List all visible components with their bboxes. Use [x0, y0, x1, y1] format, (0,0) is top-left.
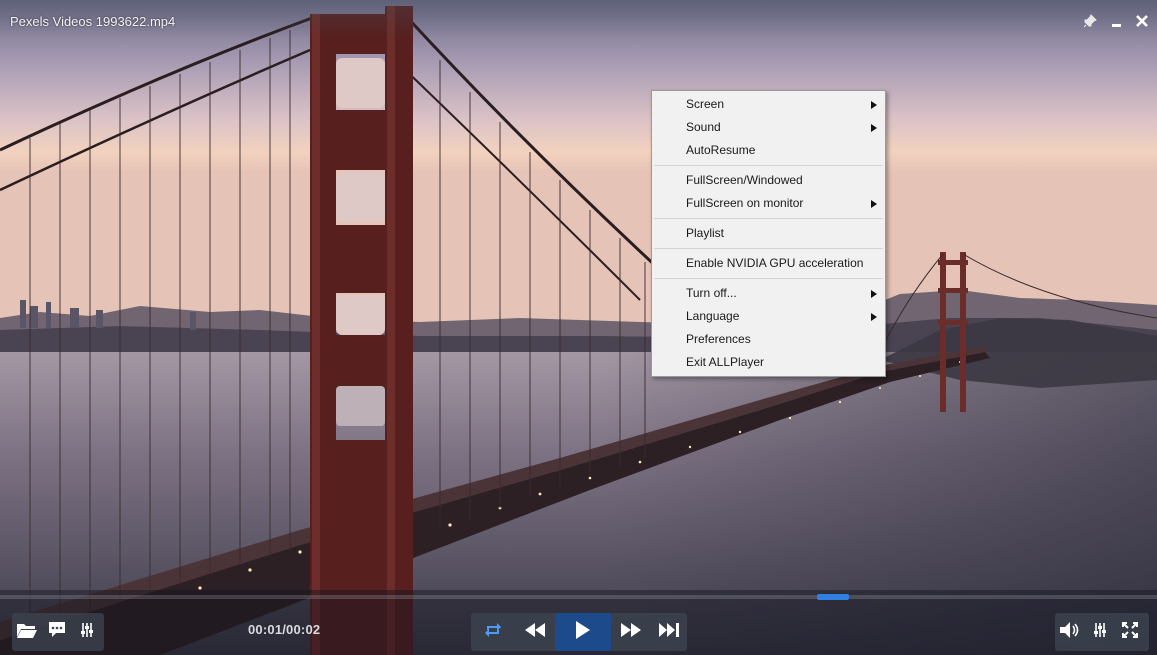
fullscreen-button[interactable] — [1115, 613, 1145, 651]
menu-item-language[interactable]: Language — [652, 305, 885, 328]
seek-bar[interactable] — [0, 595, 1157, 599]
menu-separator — [654, 218, 883, 219]
skip-next-button[interactable] — [651, 613, 687, 651]
submenu-arrow-icon — [871, 313, 877, 321]
menu-item-label: Turn off... — [686, 286, 737, 300]
menu-item-playlist[interactable]: Playlist — [652, 222, 885, 245]
left-controls — [12, 613, 104, 651]
playback-controls — [471, 613, 687, 651]
volume-button[interactable] — [1055, 613, 1085, 651]
menu-item-label: Preferences — [686, 332, 751, 346]
menu-item-label: FullScreen on monitor — [686, 196, 804, 210]
menu-item-sound[interactable]: Sound — [652, 116, 885, 139]
video-frame[interactable] — [0, 0, 1157, 655]
window-controls — [1071, 8, 1151, 34]
audio-settings-icon — [1093, 621, 1107, 644]
menu-item-fullscreen-windowed[interactable]: FullScreen/Windowed — [652, 169, 885, 192]
fast-forward-icon — [620, 622, 642, 642]
skip-next-icon — [658, 622, 680, 642]
menu-item-label: Screen — [686, 97, 725, 111]
menu-item-turn-off[interactable]: Turn off... — [652, 282, 885, 305]
close-icon[interactable] — [1133, 12, 1151, 30]
fast-forward-button[interactable] — [611, 613, 651, 651]
menu-separator — [654, 248, 883, 249]
equalizer-button[interactable] — [72, 613, 102, 651]
time-display: 00:01/00:02 — [248, 622, 321, 637]
play-icon — [575, 620, 591, 644]
menu-item-exit-allplayer[interactable]: Exit ALLPlayer — [652, 351, 885, 374]
subtitles-icon — [47, 621, 67, 644]
menu-item-label: Sound — [686, 120, 721, 134]
submenu-arrow-icon — [871, 101, 877, 109]
fullscreen-icon — [1121, 621, 1139, 644]
submenu-arrow-icon — [871, 124, 877, 132]
open-folder-button[interactable] — [12, 613, 42, 651]
minimize-icon[interactable] — [1107, 12, 1125, 30]
video-player[interactable]: Pexels Videos 1993622.mp4 Screen Sound Aut… — [0, 0, 1157, 655]
rewind-icon — [524, 622, 546, 642]
menu-item-label: Playlist — [686, 226, 725, 240]
menu-item-fullscreen-on-monitor[interactable]: FullScreen on monitor — [652, 192, 885, 215]
repeat-icon — [483, 620, 503, 645]
menu-item-screen[interactable]: Screen — [652, 93, 885, 116]
menu-item-autoresume[interactable]: AutoResume — [652, 139, 885, 162]
rewind-button[interactable] — [515, 613, 555, 651]
right-controls — [1055, 613, 1149, 651]
menu-item-label: Enable NVIDIA GPU acceleration — [686, 256, 864, 270]
seek-thumb[interactable] — [817, 594, 849, 600]
play-button[interactable] — [555, 613, 611, 651]
menu-separator — [654, 165, 883, 166]
menu-item-enable-nvidia-gpu-acceleration[interactable]: Enable NVIDIA GPU acceleration — [652, 252, 885, 275]
pin-icon[interactable] — [1081, 12, 1099, 30]
window-title: Pexels Videos 1993622.mp4 — [10, 14, 176, 29]
menu-item-label: AutoResume — [686, 143, 756, 157]
menu-item-label: FullScreen/Windowed — [686, 173, 803, 187]
open-folder-icon — [16, 621, 38, 644]
menu-item-preferences[interactable]: Preferences — [652, 328, 885, 351]
submenu-arrow-icon — [871, 200, 877, 208]
menu-separator — [654, 278, 883, 279]
menu-item-label: Exit ALLPlayer — [686, 355, 765, 369]
audio-settings-button[interactable] — [1085, 613, 1115, 651]
menu-item-label: Language — [686, 309, 740, 323]
equalizer-icon — [80, 621, 94, 644]
context-menu: Screen Sound AutoResume FullScreen/Windowed… — [651, 90, 886, 377]
submenu-arrow-icon — [871, 290, 877, 298]
title-bar[interactable]: Pexels Videos 1993622.mp4 — [0, 0, 1157, 38]
volume-icon — [1059, 621, 1081, 644]
subtitles-button[interactable] — [42, 613, 72, 651]
repeat-button[interactable] — [471, 613, 515, 651]
